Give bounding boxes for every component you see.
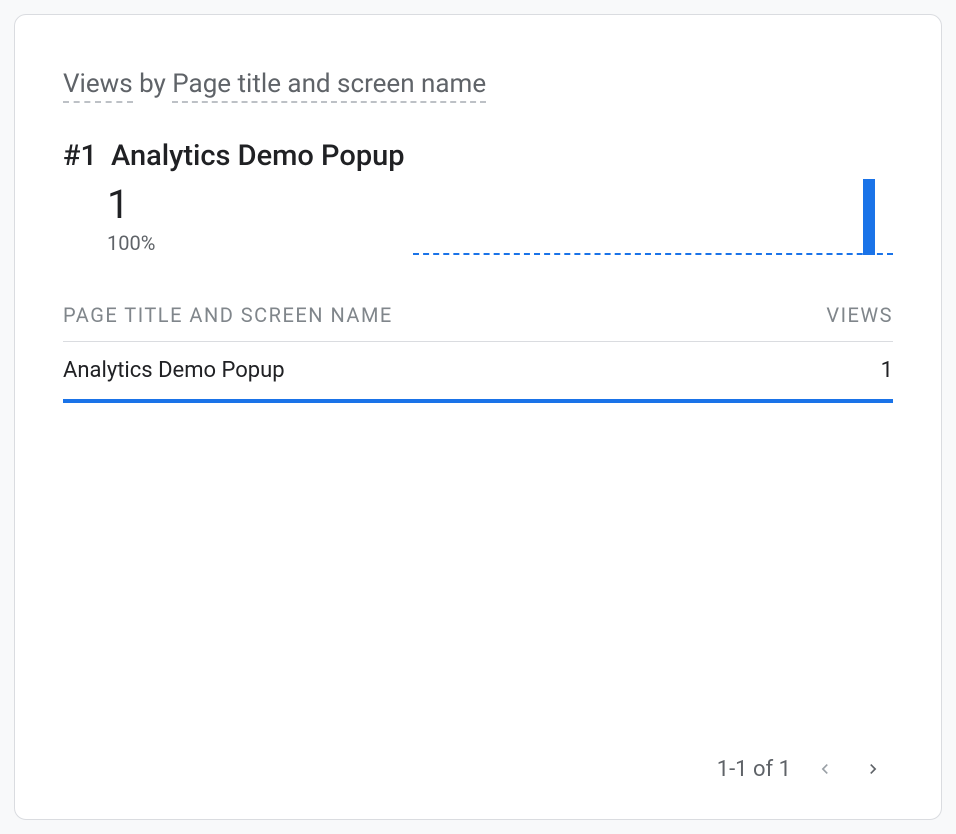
top-name: Analytics Demo Popup	[111, 139, 405, 173]
top-rank: #1	[63, 139, 97, 173]
card-title: Views by Page title and screen name	[63, 69, 893, 99]
row-name: Analytics Demo Popup	[63, 358, 285, 383]
sparkline-chart	[413, 179, 893, 255]
top-item: #1 Analytics Demo Popup	[63, 139, 893, 173]
table-header: PAGE TITLE AND SCREEN NAME VIEWS	[63, 289, 893, 342]
table-body: Analytics Demo Popup 1	[63, 342, 893, 403]
top-percent: 100%	[107, 231, 155, 255]
title-by: by	[133, 69, 173, 99]
analytics-card: Views by Page title and screen name #1 A…	[14, 14, 942, 820]
metric-name[interactable]: Views	[63, 69, 133, 103]
table-row[interactable]: Analytics Demo Popup 1	[63, 342, 893, 403]
table-header-metric: VIEWS	[826, 303, 893, 327]
pager: 1-1 of 1	[63, 741, 893, 789]
sparkline-axis	[413, 253, 893, 255]
row-value: 1	[881, 358, 893, 383]
chevron-right-icon[interactable]	[859, 755, 887, 783]
metric-row: 1 100%	[107, 179, 893, 255]
pager-label: 1-1 of 1	[717, 757, 791, 782]
table-header-dimension: PAGE TITLE AND SCREEN NAME	[63, 303, 393, 327]
top-value: 1	[107, 185, 155, 225]
chevron-left-icon[interactable]	[811, 755, 839, 783]
sparkline-bar	[863, 179, 875, 255]
dimension-name[interactable]: Page title and screen name	[172, 69, 486, 103]
